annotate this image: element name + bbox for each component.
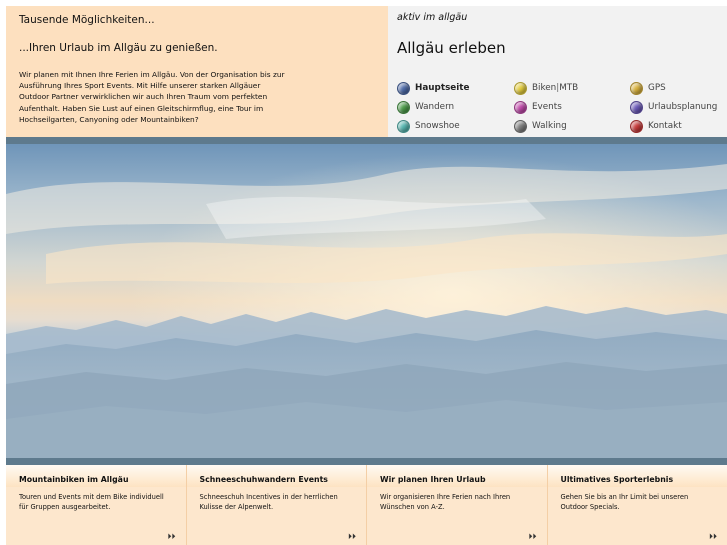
more-arrow-icon[interactable]: ⏵⏵ [168, 532, 176, 542]
site-title: Allgäu erleben [397, 39, 506, 57]
nav-bullet-icon [514, 119, 527, 133]
feature-text: Schneeschuh Incentives in der herrlichen… [199, 493, 338, 511]
more-arrow-icon[interactable]: ⏵⏵ [709, 532, 717, 542]
nav-bullet-icon [514, 100, 527, 114]
feature-text: Touren und Events mit dem Bike individue… [19, 493, 164, 511]
nav-item-label-extra: MTB [559, 83, 579, 93]
nav-item-events[interactable]: Events [514, 98, 562, 116]
nav-item-label: GPS [648, 83, 666, 93]
nav-item-kontakt[interactable]: Kontakt [630, 117, 682, 135]
nav-item-label: Urlaubsplanung [648, 102, 718, 112]
nav-item-gps[interactable]: GPS [630, 79, 666, 97]
feature-title: Ultimatives Sporterlebnis [560, 475, 674, 484]
nav-item-label: Kontakt [648, 121, 682, 131]
hero-mountain-image [6, 144, 727, 458]
intro-headline: ...Ihren Urlaub im Allgäu zu genießen. [19, 42, 218, 54]
feature-box-urlaub[interactable]: Wir planen Ihren Urlaub Wir organisieren… [367, 465, 548, 545]
nav-item-hauptseite[interactable]: Hauptseite [397, 79, 469, 97]
divider-band-bottom [6, 458, 727, 465]
nav-item-wandern[interactable]: Wandern [397, 98, 454, 116]
feature-text: Wir organisieren Ihre Ferien nach Ihren … [380, 493, 511, 511]
intro-text: Wir planen mit Ihnen Ihre Ferien im Allg… [19, 70, 285, 124]
feature-title: Wir planen Ihren Urlaub [380, 475, 486, 484]
nav-bullet-icon [397, 119, 410, 133]
nav-item-snowshoe[interactable]: Snowshoe [397, 117, 460, 135]
nav-bullet-icon [397, 81, 410, 95]
nav-item-label: Snowshoe [415, 121, 460, 131]
feature-title: Schneeschuhwandern Events [199, 475, 328, 484]
nav-item-label: Hauptseite [415, 83, 470, 93]
main-nav: Hauptseite Biken | MTB GPS Wandern Event… [397, 79, 727, 135]
nav-item-urlaubsplanung[interactable]: Urlaubsplanung [630, 98, 717, 116]
nav-bullet-icon [630, 119, 643, 133]
feature-title: Mountainbiken im Allgäu [19, 475, 129, 484]
nav-item-label: Walking [532, 121, 567, 131]
nav-item-label: Events [532, 102, 562, 112]
nav-bullet-icon [630, 100, 643, 114]
feature-text: Gehen Sie bis an Ihr Limit bei unseren O… [560, 493, 689, 511]
nav-bullet-icon [630, 81, 643, 95]
more-arrow-icon[interactable]: ⏵⏵ [348, 532, 356, 542]
nav-item-biken[interactable]: Biken | MTB [514, 79, 578, 97]
more-arrow-icon[interactable]: ⏵⏵ [529, 532, 537, 542]
feature-teasers: Mountainbiken im Allgäu Touren und Event… [6, 465, 727, 545]
site-tagline: aktiv im allgäu [397, 12, 468, 23]
feature-box-schneeschuh[interactable]: Schneeschuhwandern Events Schneeschuh In… [186, 465, 367, 545]
intro-panel: Tausende Möglichkeiten... ...Ihren Urlau… [6, 6, 388, 137]
feature-box-sporterlebnis[interactable]: Ultimatives Sporterlebnis Gehen Sie bis … [547, 465, 727, 545]
nav-item-label: Wandern [415, 102, 455, 112]
hero-landscape-graphic [6, 144, 727, 458]
nav-item-label: Biken [532, 83, 557, 93]
intro-tagline: Tausende Möglichkeiten... [19, 14, 155, 26]
feature-box-mountainbiken[interactable]: Mountainbiken im Allgäu Touren und Event… [6, 465, 187, 545]
divider-band-top [6, 137, 727, 144]
nav-bullet-icon [514, 81, 527, 95]
nav-bullet-icon [397, 100, 410, 114]
header-panel: aktiv im allgäu Allgäu erleben Hauptseit… [388, 6, 727, 137]
nav-item-walking[interactable]: Walking [514, 117, 567, 135]
